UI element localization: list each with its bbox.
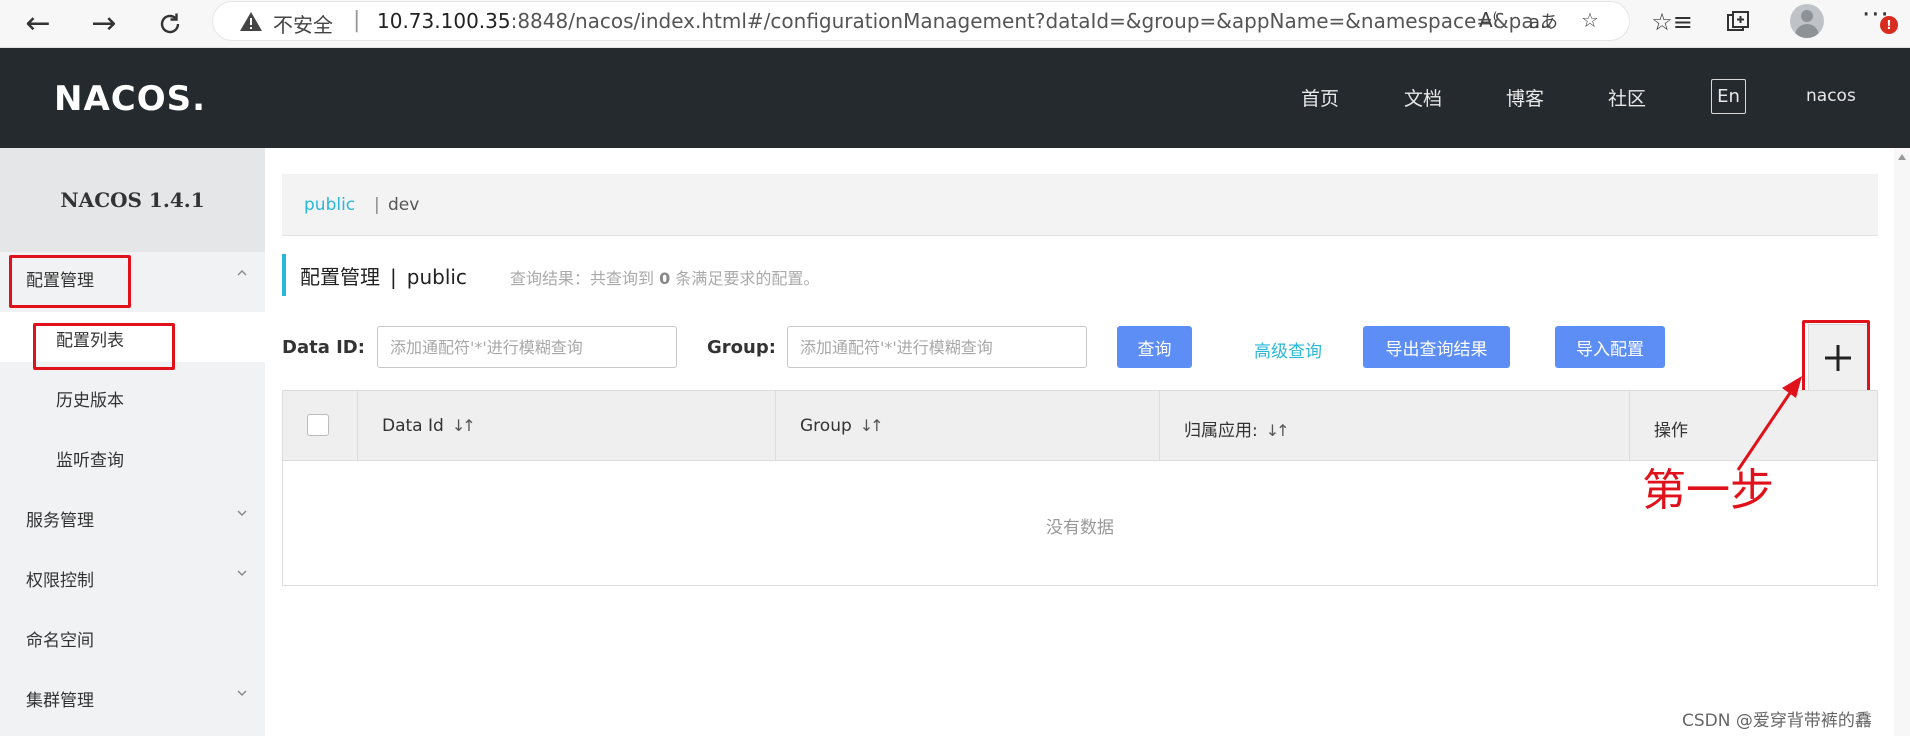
export-results-button[interactable]: 导出查询结果 [1363, 326, 1510, 368]
sidebar-item-namespace[interactable]: 命名空间 [0, 612, 265, 662]
table-header-dataid[interactable]: Data Id ↓↑ [358, 391, 776, 461]
user-name[interactable]: nacos [1806, 86, 1856, 106]
nav-docs[interactable]: 文档 [1404, 84, 1442, 111]
page-title-text: 配置管理 [300, 265, 380, 289]
config-table: Data Id ↓↑ Group ↓↑ 归属应用: ↓↑ 操作 没有数据 [282, 390, 1878, 586]
reload-icon[interactable] [150, 4, 190, 44]
profile-avatar[interactable] [1790, 4, 1824, 38]
sidebar-item-label: 监听查询 [56, 451, 124, 471]
group-search-input[interactable] [787, 326, 1087, 368]
csdn-watermark: CSDN @爱穿背带裤的馫 [1682, 711, 1872, 731]
group-label: Group: [707, 337, 776, 358]
namespace-dev-link[interactable]: dev [388, 195, 419, 215]
chevron-up-icon [237, 270, 247, 276]
sidebar-item-label: 权限控制 [26, 571, 94, 591]
title-accent-bar [282, 254, 286, 296]
sidebar-item-label: 历史版本 [56, 391, 124, 411]
annotation-step-one: 第一步 [1642, 465, 1774, 516]
highlight-box-config-list [33, 323, 175, 370]
sidebar-item-label: 命名空间 [26, 631, 94, 651]
back-icon[interactable]: ← [18, 4, 58, 44]
app-header: NACOS. 首页 文档 博客 社区 En nacos [0, 48, 1910, 148]
page-scrollbar[interactable] [1894, 148, 1910, 736]
namespace-separator: | [374, 195, 380, 215]
result-prefix: 查询结果：共查询到 [510, 269, 660, 288]
query-result-summary: 查询结果：共查询到 0 条满足要求的配置。 [510, 265, 819, 289]
sort-icon[interactable]: ↓↑ [1266, 421, 1290, 440]
page-title: 配置管理 | public [300, 261, 467, 290]
dataid-label: Data ID: [282, 337, 365, 358]
namespace-bar: public | dev [282, 174, 1878, 236]
insecure-label: 不安全 [273, 13, 333, 37]
sidebar-item-access-control[interactable]: 权限控制 [0, 552, 265, 602]
nav-home[interactable]: 首页 [1301, 84, 1339, 111]
scroll-up-icon[interactable] [1898, 154, 1906, 160]
table-header-app[interactable]: 归属应用: ↓↑ [1160, 391, 1630, 461]
chevron-down-icon [237, 690, 247, 696]
favorite-add-icon[interactable]: ☆ [1581, 8, 1599, 32]
translate-icon[interactable]: aあ [1529, 8, 1558, 34]
sidebar-item-listening-query[interactable]: 监听查询 [0, 432, 265, 482]
language-toggle[interactable]: En [1711, 79, 1746, 114]
dataid-search-input[interactable] [377, 326, 677, 368]
column-label-actions: 操作 [1654, 421, 1688, 441]
url-path: :8848/nacos/index.html#/configurationMan… [510, 9, 1553, 33]
page-title-namespace: public [406, 265, 467, 289]
sort-icon[interactable]: ↓↑ [452, 416, 476, 435]
sidebar-item-history[interactable]: 历史版本 [0, 372, 265, 422]
table-header-select [283, 391, 358, 461]
import-config-button[interactable]: 导入配置 [1555, 326, 1665, 368]
select-all-checkbox[interactable] [307, 414, 329, 436]
read-aloud-icon[interactable]: A⁽ [1479, 8, 1498, 32]
version-label: NACOS 1.4.1 [0, 148, 265, 252]
collections-icon[interactable] [1716, 2, 1760, 42]
column-label-dataid: Data Id [382, 416, 444, 436]
sidebar-item-label: 服务管理 [26, 511, 94, 531]
nacos-logo[interactable]: NACOS. [54, 79, 206, 119]
forward-icon[interactable]: → [84, 4, 124, 44]
page-title-separator: | [390, 265, 397, 289]
table-header: Data Id ↓↑ Group ↓↑ 归属应用: ↓↑ 操作 [283, 391, 1877, 461]
namespace-public-link[interactable]: public [304, 195, 355, 215]
notification-badge: ! [1880, 16, 1898, 34]
address-bar[interactable]: 不安全 | 10.73.100.35:8848/nacos/index.html… [212, 1, 1630, 41]
browser-toolbar: ← → 不安全 | 10.73.100.35:8848/nacos/index.… [0, 0, 1910, 48]
favorites-icon[interactable]: ☆≡ [1650, 2, 1694, 42]
nav-blog[interactable]: 博客 [1506, 84, 1544, 111]
result-suffix: 条满足要求的配置。 [670, 269, 820, 288]
url-text: 10.73.100.35:8848/nacos/index.html#/conf… [377, 9, 1553, 33]
table-header-group[interactable]: Group ↓↑ [776, 391, 1160, 461]
address-separator: | [353, 8, 361, 33]
highlight-box-config-management [9, 255, 131, 308]
sort-icon[interactable]: ↓↑ [860, 416, 884, 435]
warning-icon [240, 12, 262, 31]
url-host: 10.73.100.35 [377, 9, 511, 33]
advanced-query-link[interactable]: 高级查询 [1254, 337, 1322, 362]
chevron-down-icon [237, 570, 247, 576]
column-label-group: Group [800, 416, 852, 436]
nav-community[interactable]: 社区 [1608, 84, 1646, 111]
sidebar: NACOS 1.4.1 配置管理 配置列表 历史版本 监听查询 服务管理 权限控… [0, 148, 265, 736]
result-count: 0 [659, 269, 671, 288]
chevron-down-icon [237, 510, 247, 516]
query-button[interactable]: 查询 [1117, 326, 1192, 368]
sidebar-item-label: 集群管理 [26, 691, 94, 711]
sidebar-item-cluster-management[interactable]: 集群管理 [0, 672, 265, 722]
empty-table-message: 没有数据 [1046, 518, 1114, 538]
sidebar-item-service-management[interactable]: 服务管理 [0, 492, 265, 542]
column-label-app: 归属应用: [1184, 421, 1258, 441]
